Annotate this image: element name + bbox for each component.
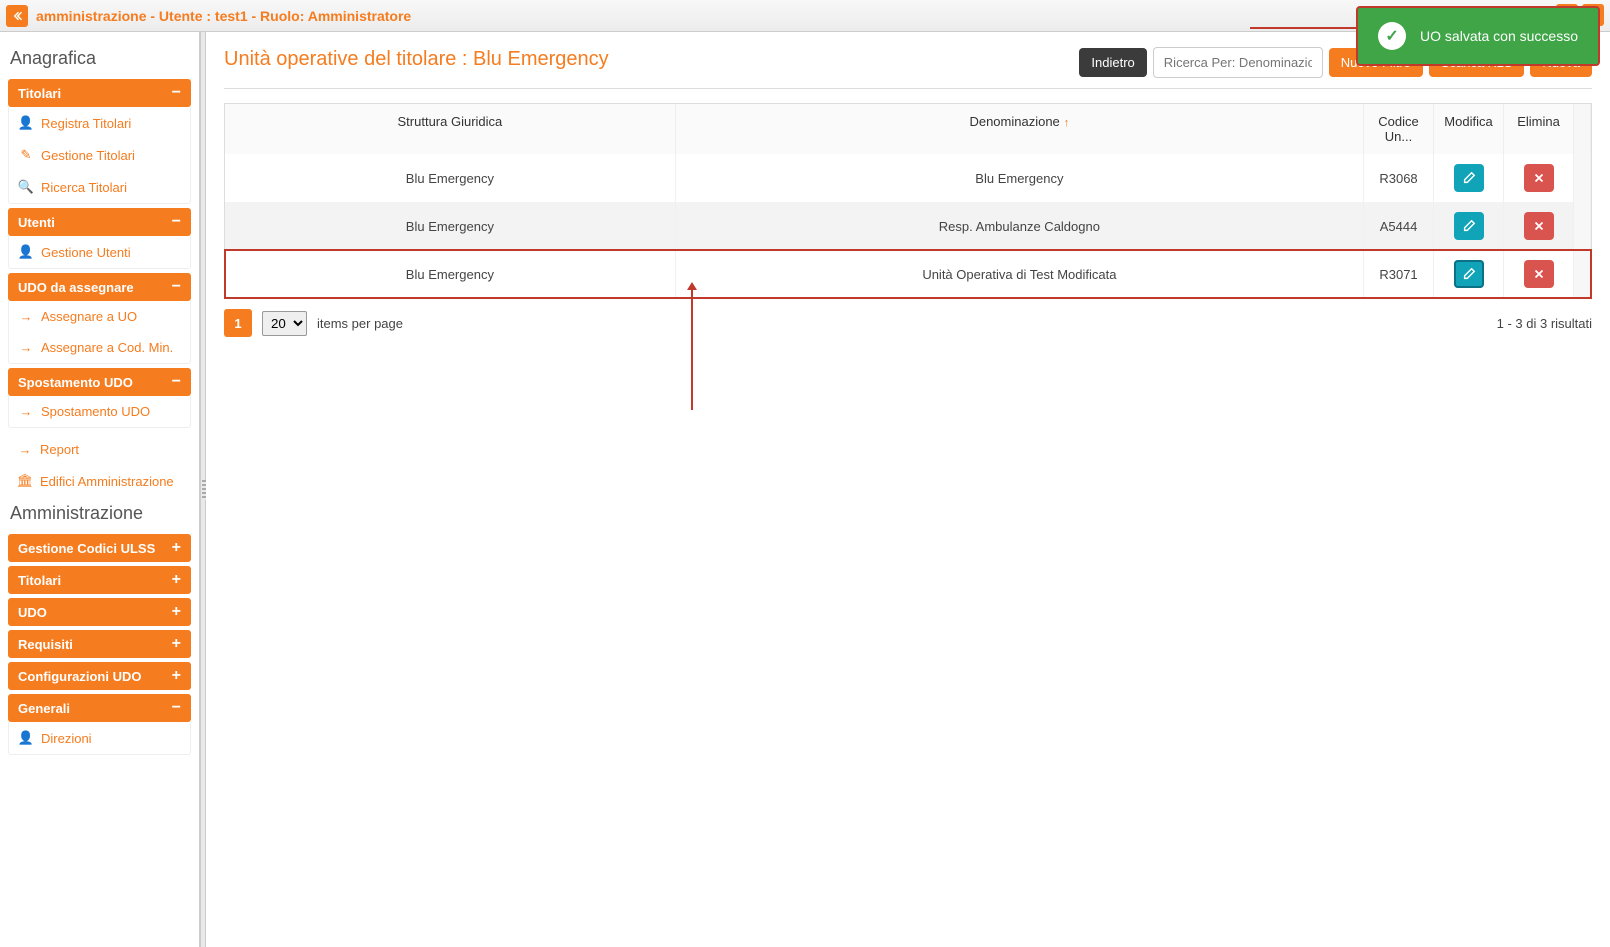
building-icon: 🏛 (18, 473, 32, 489)
cell-denomination: Resp. Ambulanze Caldogno (676, 202, 1364, 250)
grid-header: Struttura Giuridica Denominazione↑ Codic… (225, 104, 1591, 154)
cell-denomination: Blu Emergency (676, 154, 1364, 202)
plus-icon: + (172, 636, 181, 652)
back-button[interactable]: Indietro (1079, 48, 1146, 77)
col-header-structure[interactable]: Struttura Giuridica (225, 104, 676, 154)
accordion-gestione-codici-ulss[interactable]: Gestione Codici ULSS+ (8, 534, 191, 562)
minus-icon: − (172, 700, 181, 716)
sidebar-item-gestione-titolari[interactable]: ✎Gestione Titolari (9, 139, 190, 171)
search-input[interactable] (1153, 47, 1323, 78)
col-header-delete[interactable]: Elimina (1504, 104, 1574, 154)
arrow-right-icon: → (18, 442, 32, 457)
sidebar-item-assegnare-cod-min[interactable]: →Assegnare a Cod. Min. (9, 332, 190, 363)
cell-structure: Blu Emergency (225, 202, 676, 250)
sidebar-item-gestione-utenti[interactable]: 👤Gestione Utenti (9, 236, 190, 268)
pager: 1 20 items per page 1 - 3 di 3 risultati (224, 299, 1592, 337)
sidebar-heading-amministrazione: Amministrazione (10, 503, 191, 524)
accordion-udo[interactable]: UDO+ (8, 598, 191, 626)
edit-icon: ✎ (19, 147, 33, 163)
plus-icon: + (172, 540, 181, 556)
divider (224, 88, 1592, 89)
cell-code: A5444 (1364, 202, 1434, 250)
sidebar: Anagrafica Titolari− 👤Registra Titolari … (0, 32, 200, 947)
user-cog-icon: 👤 (19, 244, 33, 260)
delete-button[interactable] (1524, 260, 1554, 288)
app-title: amministrazione - Utente : test1 - Ruolo… (36, 8, 411, 24)
sidebar-item-edifici[interactable]: 🏛Edifici Amministrazione (8, 465, 191, 497)
accordion-udo-assegnare[interactable]: UDO da assegnare− (8, 273, 191, 301)
table-row: Blu EmergencyUnità Operativa di Test Mod… (225, 250, 1591, 298)
edit-button[interactable] (1454, 212, 1484, 240)
plus-icon: + (172, 668, 181, 684)
cell-structure: Blu Emergency (225, 154, 676, 202)
cell-code: R3068 (1364, 154, 1434, 202)
accordion-titolari[interactable]: Titolari− (8, 79, 191, 107)
grid-scroll-gutter (1574, 250, 1591, 298)
grid-scroll-gutter (1574, 154, 1591, 202)
col-header-modify[interactable]: Modifica (1434, 104, 1504, 154)
cell-structure: Blu Emergency (225, 250, 676, 298)
arrow-right-icon: → (19, 404, 33, 419)
accordion-requisiti[interactable]: Requisiti+ (8, 630, 191, 658)
minus-icon: − (172, 214, 181, 230)
pager-label: items per page (317, 316, 403, 331)
cell-delete (1504, 250, 1574, 298)
plus-icon: + (172, 604, 181, 620)
items-per-page-select[interactable]: 20 (262, 311, 307, 336)
edit-button[interactable] (1454, 260, 1484, 288)
success-toast: ✓ UO salvata con successo (1356, 6, 1600, 66)
main-content: Unità operative del titolare : Blu Emerg… (206, 32, 1610, 947)
minus-icon: − (172, 279, 181, 295)
accordion-titolari-admin[interactable]: Titolari+ (8, 566, 191, 594)
annotation-arrow-vertical (691, 290, 693, 410)
sort-asc-icon: ↑ (1064, 117, 1070, 129)
accordion-generali[interactable]: Generali− (8, 694, 191, 722)
col-header-code[interactable]: Codice Un... (1364, 104, 1434, 154)
arrow-right-icon: → (19, 340, 33, 355)
pager-current-page[interactable]: 1 (224, 309, 252, 337)
arrow-right-icon: → (19, 309, 33, 324)
user-plus-icon: 👤 (19, 115, 33, 131)
cell-modify (1434, 250, 1504, 298)
table-row: Blu EmergencyResp. Ambulanze CaldognoA54… (225, 202, 1591, 250)
grid-scroll-gutter (1574, 104, 1591, 154)
search-icon: 🔍 (19, 179, 33, 195)
sidebar-collapse-button[interactable] (6, 5, 28, 27)
sidebar-item-ricerca-titolari[interactable]: 🔍Ricerca Titolari (9, 171, 190, 203)
cell-code: R3071 (1364, 250, 1434, 298)
minus-icon: − (172, 85, 181, 101)
toast-message: UO salvata con successo (1420, 28, 1578, 44)
sidebar-item-assegnare-uo[interactable]: →Assegnare a UO (9, 301, 190, 332)
table-row: Blu EmergencyBlu EmergencyR3068 (225, 154, 1591, 202)
minus-icon: − (172, 374, 181, 390)
data-grid: Struttura Giuridica Denominazione↑ Codic… (224, 103, 1592, 299)
check-circle-icon: ✓ (1378, 22, 1406, 50)
edit-button[interactable] (1454, 164, 1484, 192)
grid-scroll-gutter (1574, 202, 1591, 250)
delete-button[interactable] (1524, 212, 1554, 240)
plus-icon: + (172, 572, 181, 588)
sidebar-item-spostamento-udo[interactable]: →Spostamento UDO (9, 396, 190, 427)
sidebar-item-registra-titolari[interactable]: 👤Registra Titolari (9, 107, 190, 139)
user-icon: 👤 (19, 730, 33, 746)
sidebar-item-direzioni[interactable]: 👤Direzioni (9, 722, 190, 754)
cell-modify (1434, 202, 1504, 250)
pager-summary: 1 - 3 di 3 risultati (1497, 316, 1592, 331)
cell-delete (1504, 202, 1574, 250)
cell-delete (1504, 154, 1574, 202)
accordion-spostamento-udo[interactable]: Spostamento UDO− (8, 368, 191, 396)
delete-button[interactable] (1524, 164, 1554, 192)
accordion-utenti[interactable]: Utenti− (8, 208, 191, 236)
cell-denomination: Unità Operativa di Test Modificata (676, 250, 1364, 298)
cell-modify (1434, 154, 1504, 202)
sidebar-heading-anagrafica: Anagrafica (10, 48, 191, 69)
sidebar-item-report[interactable]: →Report (8, 434, 191, 465)
accordion-configurazioni-udo[interactable]: Configurazioni UDO+ (8, 662, 191, 690)
col-header-denomination[interactable]: Denominazione↑ (676, 104, 1364, 154)
